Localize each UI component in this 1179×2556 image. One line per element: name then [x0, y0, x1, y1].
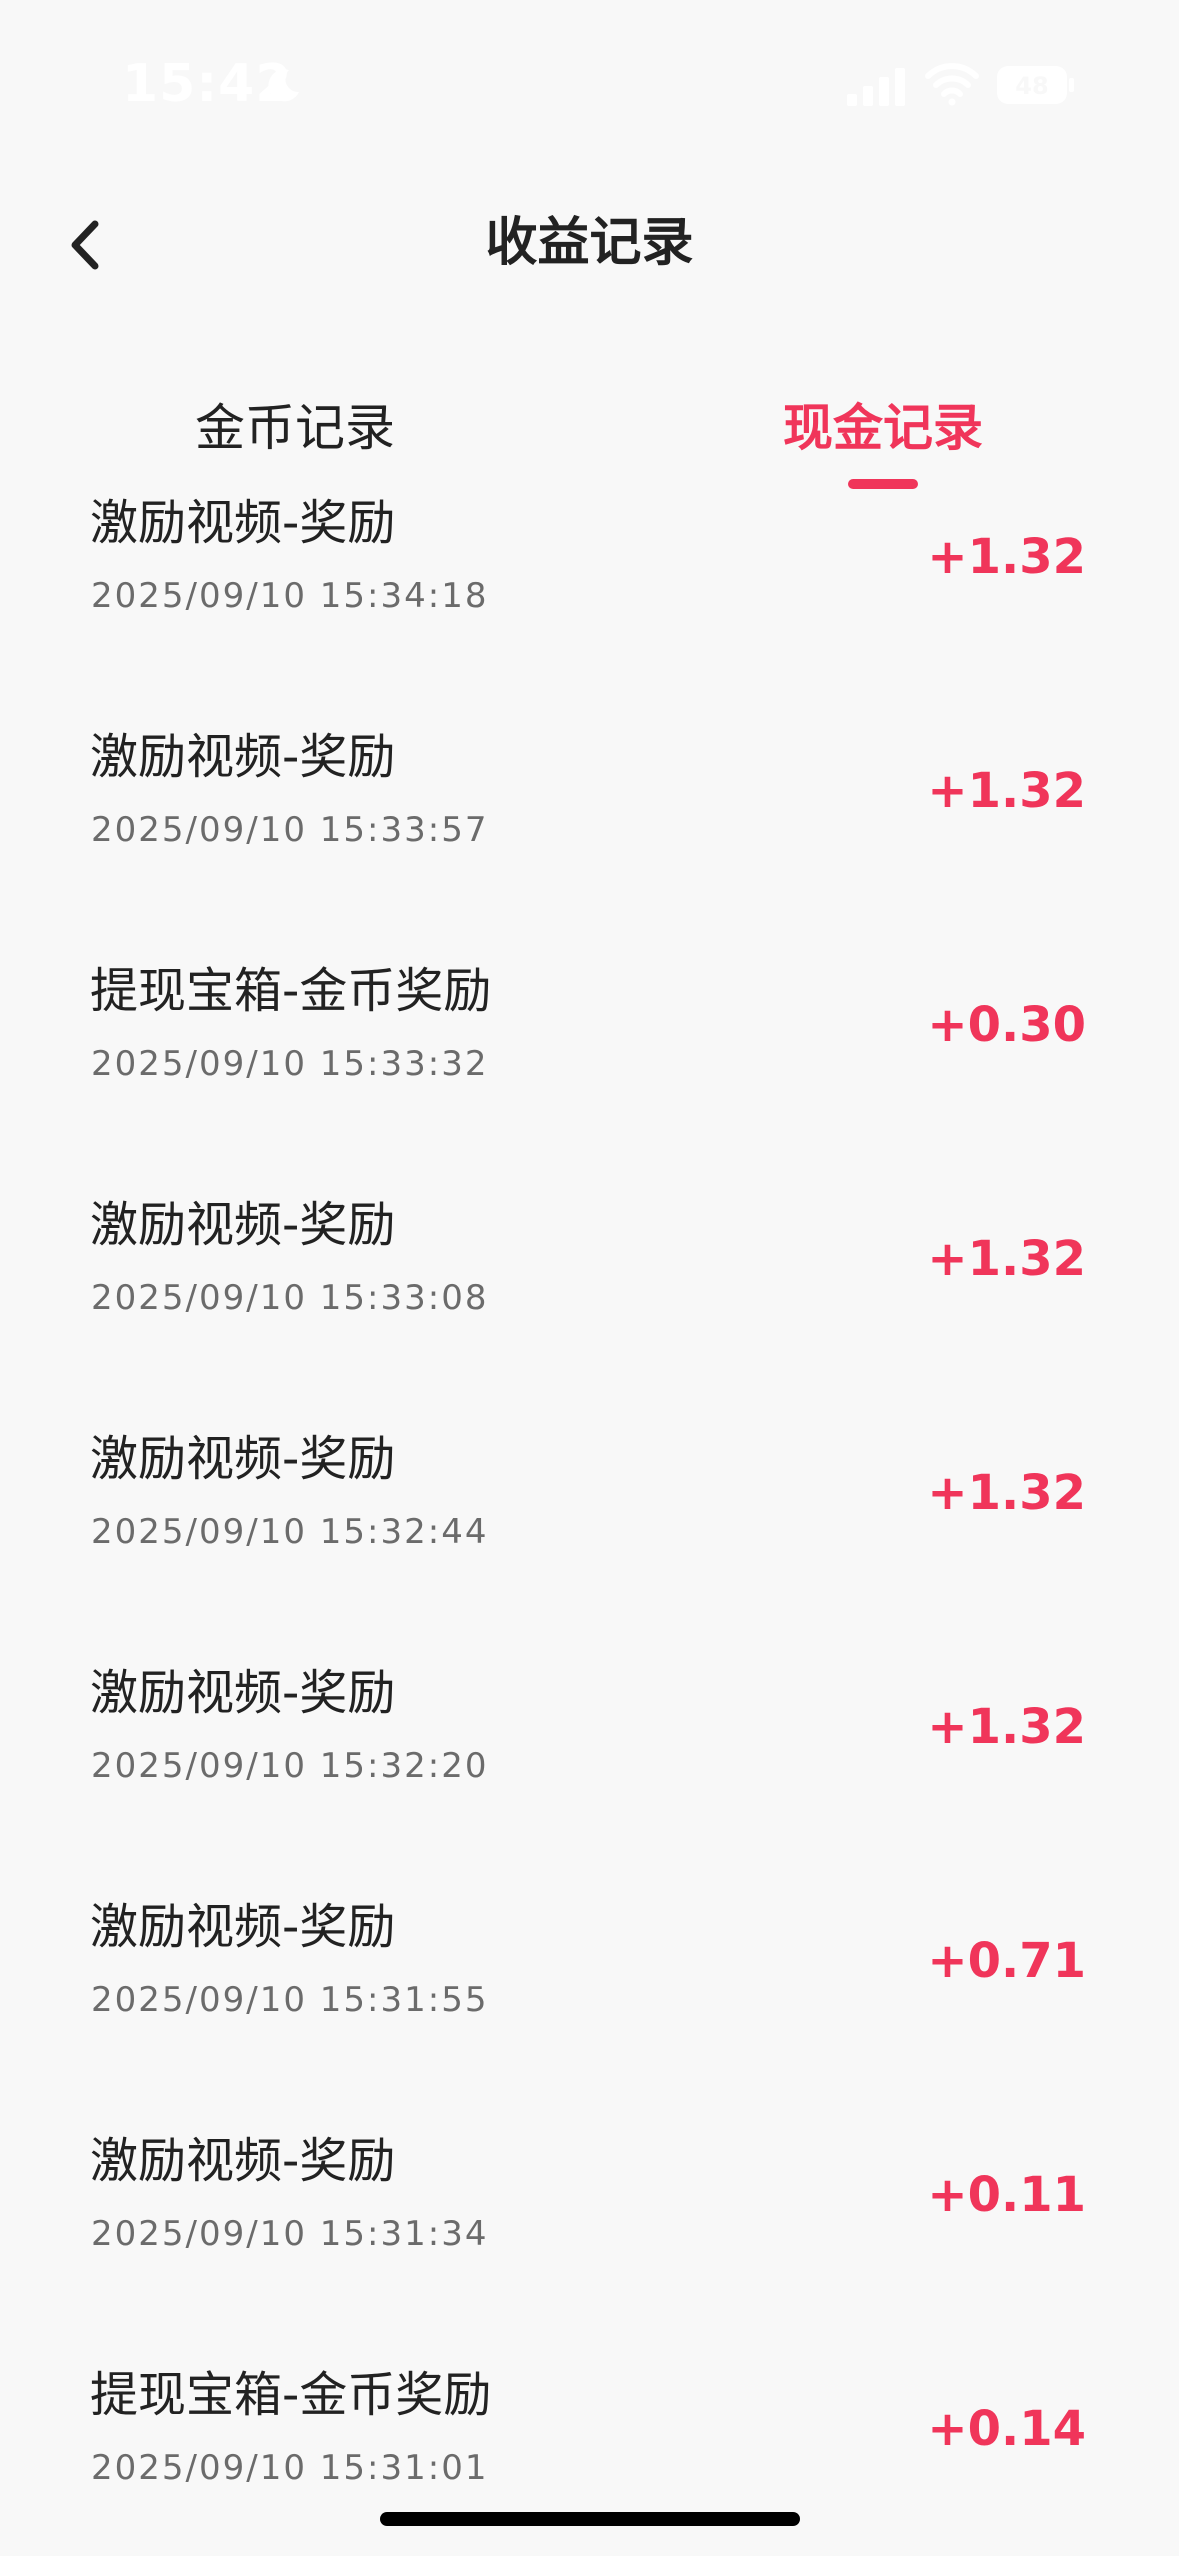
list-item: 提现宝箱-金币奖励 2025/09/10 15:31:01 +0.14 — [0, 2352, 1179, 2520]
list-item: 提现宝箱-金币奖励 2025/09/10 15:33:32 +0.30 — [0, 948, 1179, 1182]
record-title: 提现宝箱-金币奖励 — [90, 2367, 492, 2423]
list-item: 激励视频-奖励 2025/09/10 15:32:20 +1.32 — [0, 1650, 1179, 1884]
record-tabs: 金币记录 现金记录 — [0, 385, 1179, 495]
tab-cash-records[interactable]: 现金记录 — [733, 385, 1033, 485]
list-item: 激励视频-奖励 2025/09/10 15:31:55 +0.71 — [0, 1884, 1179, 2118]
moon-icon — [268, 69, 299, 102]
list-item: 激励视频-奖励 2025/09/10 15:31:34 +0.11 — [0, 2118, 1179, 2352]
record-list[interactable]: 激励视频-奖励 2025/09/10 15:34:18 +1.32 激励视频-奖… — [0, 480, 1179, 2520]
record-amount: +0.30 — [927, 997, 1086, 1053]
home-indicator[interactable] — [380, 2512, 800, 2526]
status-bar: 15:42 48 — [0, 0, 1179, 170]
list-item: 激励视频-奖励 2025/09/10 15:33:57 +1.32 — [0, 714, 1179, 948]
record-amount: +0.71 — [927, 1933, 1086, 1989]
record-amount: +1.32 — [927, 763, 1086, 819]
record-amount: +0.14 — [927, 2401, 1086, 2457]
record-title: 激励视频-奖励 — [90, 1899, 396, 1955]
battery-icon: 48 — [997, 66, 1074, 104]
record-amount: +1.32 — [927, 1465, 1086, 1521]
record-time: 2025/09/10 15:31:55 — [91, 1980, 489, 2020]
nav-header: 收益记录 — [0, 180, 1179, 310]
tab-coin-records[interactable]: 金币记录 — [145, 385, 445, 485]
record-time: 2025/09/10 15:33:57 — [91, 810, 489, 850]
record-amount: +0.11 — [927, 2167, 1086, 2223]
record-amount: +1.32 — [927, 1699, 1086, 1755]
record-time: 2025/09/10 15:34:18 — [91, 576, 489, 616]
list-item: 激励视频-奖励 2025/09/10 15:32:44 +1.32 — [0, 1416, 1179, 1650]
record-title: 激励视频-奖励 — [90, 1431, 396, 1487]
wifi-icon — [925, 63, 979, 106]
record-title: 激励视频-奖励 — [90, 1665, 396, 1721]
record-time: 2025/09/10 15:31:34 — [91, 2214, 489, 2254]
record-time: 2025/09/10 15:33:32 — [91, 1044, 489, 1084]
battery-level: 48 — [1015, 72, 1048, 100]
record-title: 提现宝箱-金币奖励 — [90, 963, 492, 1019]
record-title: 激励视频-奖励 — [90, 1197, 396, 1253]
record-title: 激励视频-奖励 — [90, 729, 396, 785]
record-time: 2025/09/10 15:31:01 — [91, 2448, 489, 2488]
record-time: 2025/09/10 15:32:44 — [91, 1512, 489, 1552]
record-title: 激励视频-奖励 — [90, 2133, 396, 2189]
page-title: 收益记录 — [485, 213, 694, 273]
record-time: 2025/09/10 15:33:08 — [91, 1278, 489, 1318]
record-title: 激励视频-奖励 — [90, 495, 396, 551]
signal-icon — [847, 68, 905, 106]
record-amount: +1.32 — [927, 1231, 1086, 1287]
record-time: 2025/09/10 15:32:20 — [91, 1746, 489, 1786]
list-item: 激励视频-奖励 2025/09/10 15:33:08 +1.32 — [0, 1182, 1179, 1416]
list-item: 激励视频-奖励 2025/09/10 15:34:18 +1.32 — [0, 480, 1179, 714]
record-amount: +1.32 — [927, 529, 1086, 585]
